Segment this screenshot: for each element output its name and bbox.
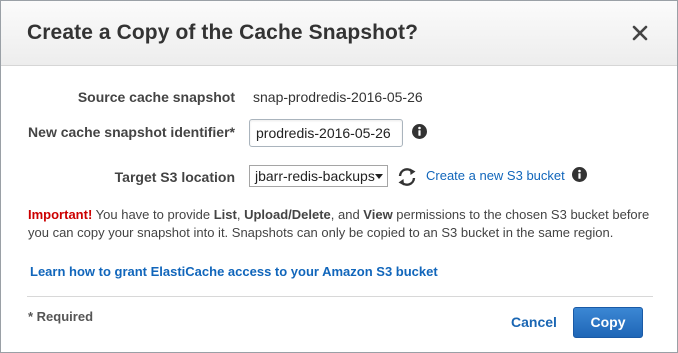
refresh-icon[interactable] [396, 166, 418, 188]
info-icon[interactable] [412, 124, 427, 139]
dialog-title: Create a Copy of the Cache Snapshot? [27, 21, 419, 44]
message-text: , [236, 207, 245, 222]
permission-list: List [213, 207, 237, 222]
dialog-header: Create a Copy of the Cache Snapshot? [1, 1, 677, 66]
snapshot-identifier-input[interactable] [249, 119, 403, 147]
target-s3-label: Target S3 location [114, 169, 235, 185]
important-label: Important! [28, 207, 93, 222]
permissions-message: Important! You have to provide List, Upl… [28, 206, 653, 242]
create-s3-bucket-link[interactable]: Create a new S3 bucket [426, 168, 565, 183]
info-icon[interactable] [572, 167, 587, 182]
copy-button[interactable]: Copy [573, 307, 643, 338]
permission-upload-delete: Upload/Delete [244, 207, 331, 222]
permission-view: View [363, 207, 393, 222]
identifier-label: New cache snapshot identifier* [28, 124, 235, 140]
message-text: , and [330, 207, 364, 222]
required-note: * Required [28, 309, 94, 324]
message-text: You have to provide [92, 207, 214, 222]
cancel-button[interactable]: Cancel [511, 314, 557, 330]
learn-s3-access-link[interactable]: Learn how to grant ElastiCache access to… [30, 264, 438, 279]
chevron-down-icon [375, 174, 383, 179]
target-s3-selected: jbarr-redis-backups [255, 168, 375, 184]
close-icon[interactable] [630, 23, 650, 43]
source-snapshot-label: Source cache snapshot [77, 89, 235, 105]
target-s3-select[interactable]: jbarr-redis-backups [249, 165, 388, 187]
copy-snapshot-dialog: Create a Copy of the Cache Snapshot? Sou… [0, 0, 678, 353]
source-snapshot-value: snap-prodredis-2016-05-26 [253, 89, 423, 105]
footer-divider [27, 296, 653, 297]
